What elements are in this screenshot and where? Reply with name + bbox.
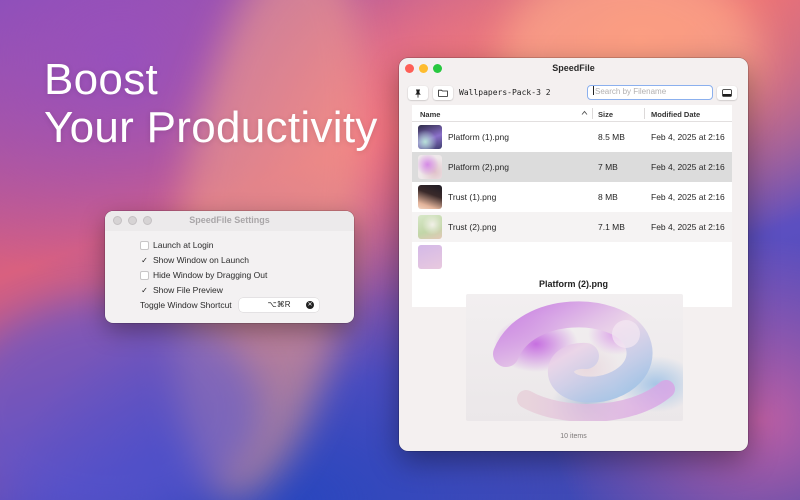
table-row[interactable]: Platform (1).png 8.5 MB Feb 4, 2025 at 2… <box>412 122 732 152</box>
file-name: Platform (2).png <box>448 162 509 172</box>
file-preview-image <box>466 294 683 421</box>
file-modified: Feb 4, 2025 at 2:16 <box>651 132 725 142</box>
hero-heading: Boost Your Productivity <box>44 56 378 152</box>
preview-title: Platform (2).png <box>539 279 608 289</box>
file-modified: Feb 4, 2025 at 2:16 <box>651 222 725 232</box>
file-name: Platform (1).png <box>448 132 509 142</box>
settings-window: SpeedFile Settings Launch at Login ✓ Sho… <box>105 211 354 323</box>
chevron-up-icon[interactable] <box>581 109 588 118</box>
file-modified: Feb 4, 2025 at 2:16 <box>651 192 725 202</box>
checkbox[interactable] <box>140 270 149 280</box>
speedfile-window: SpeedFile Wallpapers-Pack-3 2 Search by … <box>399 58 748 451</box>
file-list: Name Size Modified Date Platform (1).png… <box>412 105 732 307</box>
hero-line-2: Your Productivity <box>44 103 378 152</box>
pin-button[interactable] <box>408 86 428 100</box>
open-folder-button[interactable] <box>433 86 453 100</box>
file-size: 7.1 MB <box>598 222 625 232</box>
show-window-on-launch-option[interactable]: ✓ Show Window on Launch <box>140 255 249 265</box>
file-modified: Feb 4, 2025 at 2:16 <box>651 162 725 172</box>
search-input[interactable]: Search by Filename <box>587 85 713 100</box>
file-thumbnail <box>418 125 442 149</box>
file-thumbnail <box>418 245 442 269</box>
file-name: Trust (2).png <box>448 222 497 232</box>
toggle-preview-button[interactable] <box>717 86 737 100</box>
file-name: Trust (1).png <box>448 192 497 202</box>
file-thumbnail <box>418 215 442 239</box>
show-file-preview-option[interactable]: ✓ Show File Preview <box>140 285 223 295</box>
table-row[interactable]: Platform (2).png 7 MB Feb 4, 2025 at 2:1… <box>412 152 732 182</box>
shortcut-recorder[interactable]: ⌥⌘R ✕ <box>239 298 319 312</box>
file-thumbnail <box>418 185 442 209</box>
column-header-size[interactable]: Size <box>598 110 613 119</box>
column-header-modified[interactable]: Modified Date <box>651 110 700 119</box>
option-label: Hide Window by Dragging Out <box>153 270 268 280</box>
toolbar: Wallpapers-Pack-3 2 Search by Filename <box>399 85 748 104</box>
option-label: Launch at Login <box>153 240 214 250</box>
shortcut-label: Toggle Window Shortcut <box>140 300 232 310</box>
column-header-name[interactable]: Name <box>420 110 440 119</box>
column-separator[interactable] <box>644 108 645 119</box>
shortcut-row: Toggle Window Shortcut <box>140 300 232 310</box>
panel-icon <box>722 89 732 97</box>
file-thumbnail <box>418 155 442 179</box>
pin-icon <box>415 89 421 98</box>
hide-window-dragging-option[interactable]: Hide Window by Dragging Out <box>140 270 267 280</box>
text-caret <box>593 86 594 95</box>
checkbox[interactable] <box>140 240 149 250</box>
file-size: 8.5 MB <box>598 132 625 142</box>
folder-icon <box>438 89 448 97</box>
table-row-partial[interactable] <box>412 242 732 272</box>
checkbox-checked[interactable]: ✓ <box>140 286 149 295</box>
search-placeholder: Search by Filename <box>595 87 667 96</box>
item-count: 10 items <box>560 433 587 440</box>
folder-name: Wallpapers-Pack-3 2 <box>459 88 551 97</box>
window-title: SpeedFile <box>552 63 595 73</box>
option-label: Show Window on Launch <box>153 255 249 265</box>
checkbox-checked[interactable]: ✓ <box>140 256 149 265</box>
column-separator[interactable] <box>592 108 593 119</box>
option-label: Show File Preview <box>153 285 223 295</box>
clear-icon[interactable]: ✕ <box>306 301 314 309</box>
table-row[interactable]: Trust (2).png 7.1 MB Feb 4, 2025 at 2:16 <box>412 212 732 242</box>
shortcut-value: ⌥⌘R <box>267 300 291 309</box>
settings-titlebar: SpeedFile Settings <box>105 211 354 231</box>
table-row[interactable]: Trust (1).png 8 MB Feb 4, 2025 at 2:16 <box>412 182 732 212</box>
file-size: 8 MB <box>598 192 618 202</box>
file-size: 7 MB <box>598 162 618 172</box>
list-header: Name Size Modified Date <box>412 105 732 122</box>
hero-line-1: Boost <box>44 55 159 104</box>
settings-title: SpeedFile Settings <box>189 215 270 225</box>
preview-artwork <box>493 301 675 421</box>
main-titlebar: SpeedFile <box>399 58 748 80</box>
launch-at-login-option[interactable]: Launch at Login <box>140 240 214 250</box>
